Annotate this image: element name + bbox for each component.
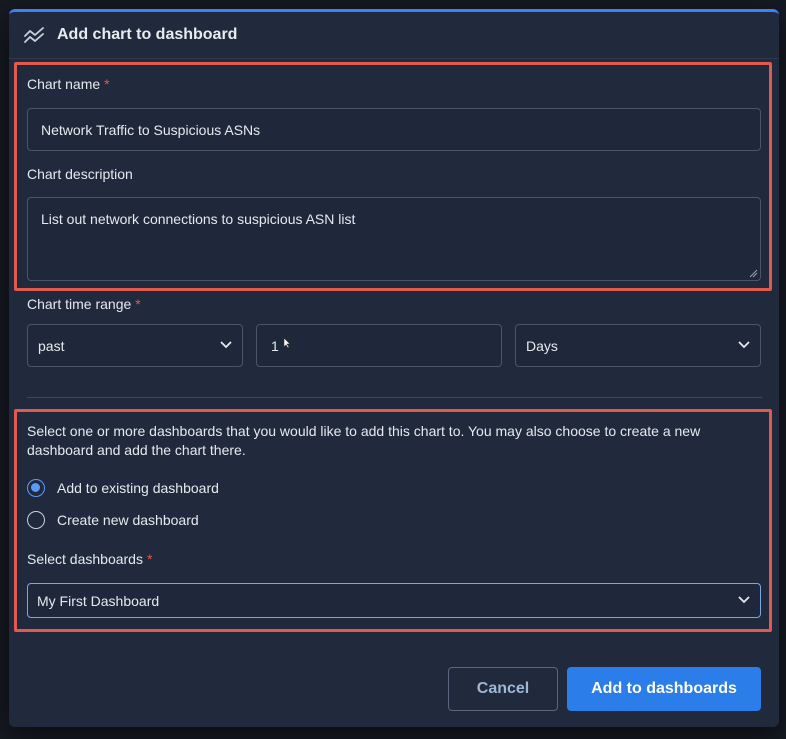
time-relation-value: past	[38, 337, 65, 354]
add-to-dashboards-button[interactable]: Add to dashboards	[567, 667, 761, 711]
modal-header: Add chart to dashboard	[9, 12, 779, 59]
section-divider	[27, 397, 762, 398]
required-mark: *	[104, 76, 110, 92]
required-mark: *	[135, 296, 141, 312]
radio-add-existing[interactable]: Add to existing dashboard	[27, 479, 219, 497]
time-unit-select[interactable]: Days	[515, 324, 761, 367]
chevron-down-icon	[738, 340, 750, 348]
dashboards-instructions-text: Select one or more dashboards that you w…	[27, 423, 701, 458]
chart-name-label: Chart name *	[27, 76, 110, 92]
chart-name-label-text: Chart name	[27, 76, 101, 92]
chart-name-value: Network Traffic to Suspicious ASNs	[41, 121, 261, 138]
chevron-down-icon	[738, 595, 750, 603]
chart-description-value: List out network connections to suspicio…	[41, 211, 356, 227]
select-dashboards-dropdown[interactable]: My First Dashboard	[27, 583, 761, 618]
cancel-button[interactable]: Cancel	[448, 667, 558, 711]
time-range-label: Chart time range *	[27, 296, 141, 312]
time-relation-select[interactable]: past	[27, 324, 243, 367]
select-dashboards-value: My First Dashboard	[37, 592, 160, 609]
radio-button-checked[interactable]	[27, 479, 45, 497]
time-range-label-text: Chart time range	[27, 296, 132, 312]
resize-grip-icon[interactable]	[749, 269, 758, 278]
time-amount-input[interactable]: 1	[256, 324, 502, 367]
add-to-dashboards-button-label: Add to dashboards	[591, 680, 737, 697]
cancel-button-label: Cancel	[476, 680, 530, 697]
dashboards-instructions: Select one or more dashboards that you w…	[27, 422, 757, 460]
radio-create-new-label: Create new dashboard	[57, 512, 199, 528]
radio-create-new[interactable]: Create new dashboard	[27, 511, 199, 529]
chart-name-input[interactable]: Network Traffic to Suspicious ASNs	[27, 108, 761, 151]
select-dashboards-label-text: Select dashboards	[27, 551, 143, 567]
radio-add-existing-label: Add to existing dashboard	[57, 480, 219, 496]
chart-line-icon	[24, 27, 44, 43]
chart-description-label: Chart description	[27, 166, 133, 182]
chart-description-label-text: Chart description	[27, 166, 133, 182]
chevron-down-icon	[220, 340, 232, 348]
radio-button-unchecked[interactable]	[27, 511, 45, 529]
required-mark: *	[146, 551, 153, 567]
chart-description-textarea[interactable]: List out network connections to suspicio…	[27, 197, 761, 281]
modal-title: Add chart to dashboard	[57, 26, 238, 43]
select-dashboards-label: Select dashboards *	[27, 551, 152, 567]
mouse-cursor-icon	[283, 337, 291, 349]
time-unit-value: Days	[526, 337, 558, 354]
time-amount-value: 1	[271, 337, 279, 354]
